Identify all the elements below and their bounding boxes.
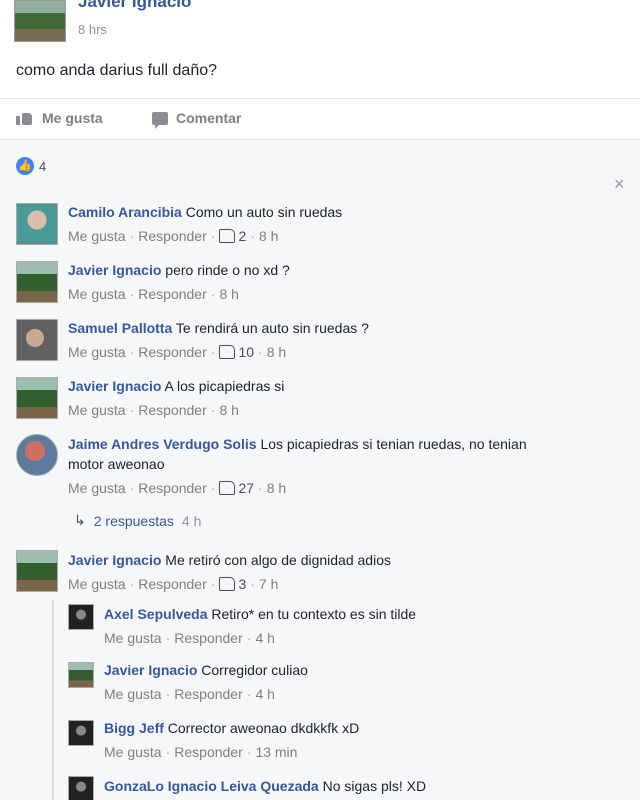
reply-thread-line [52,600,54,800]
reply-time[interactable]: 13 min [255,744,297,760]
like-reaction-icon: 👍 [16,157,34,175]
thumbs-up-icon [219,481,236,495]
post-text: como anda darius full daño? [16,62,218,79]
comment-button[interactable]: Comentar [152,110,640,129]
comment-reply-link[interactable]: Responder [138,344,207,360]
avatar[interactable] [16,319,58,361]
reply-reply-link[interactable]: Responder [174,686,243,702]
reply-time[interactable]: 4 h [255,686,274,702]
reply-text: No sigas pls! XD [322,778,427,794]
comment-author[interactable]: Jaime Andres Verdugo Solis [68,436,257,452]
close-icon[interactable]: × [614,174,625,195]
avatar[interactable] [16,434,58,476]
comment-text: Los picapiedras si tenian ruedas, no ten… [260,436,527,452]
comment-reply-link[interactable]: Responder [138,228,207,244]
comment-label: Comentar [176,110,242,126]
post-header: Javier Ignacio 8 hrs [0,0,640,50]
comment-author[interactable]: Javier Ignacio [68,262,161,278]
comment-like-count[interactable]: 27 [219,480,254,496]
comment-reply-link[interactable]: Responder [138,480,207,496]
comment-author[interactable]: Javier Ignacio [68,378,161,394]
comment-like-link[interactable]: Me gusta [68,576,126,592]
avatar[interactable] [16,203,58,245]
thumbs-up-icon [16,111,34,125]
post-author[interactable]: Javier Ignacio [78,0,191,12]
reply-author[interactable]: Axel Sepulveda [104,606,208,622]
reply-author[interactable]: Javier Ignacio [104,662,197,678]
avatar[interactable] [68,720,94,746]
comment-like-count[interactable]: 3 [219,576,246,592]
comment-author[interactable]: Camilo Arancibia [68,204,182,220]
like-label: Me gusta [42,110,103,126]
comment-time[interactable]: 8 h [219,402,238,418]
reply-reply-link[interactable]: Responder [174,630,243,646]
comment-time[interactable]: 8 h [267,480,286,496]
avatar[interactable] [16,550,58,592]
comment-time[interactable]: 8 h [259,228,278,244]
comment-reply-link[interactable]: Responder [138,576,207,592]
comment-like-count[interactable]: 10 [219,344,254,360]
avatar[interactable] [68,604,94,630]
replies-time: 4 h [181,512,202,529]
reply-author[interactable]: GonzaLo Ignacio Leiva Quezada [104,778,319,794]
reply-like-link[interactable]: Me gusta [104,744,162,760]
comment-time[interactable]: 7 h [259,576,278,592]
reply-text: Corregidor culiao [201,662,308,678]
reaction-count: 4 [39,158,47,174]
comment-like-link[interactable]: Me gusta [68,480,126,496]
reply-time[interactable]: 4 h [255,630,274,646]
comment-author[interactable]: Samuel Pallotta [68,320,172,336]
avatar[interactable] [68,662,94,688]
comment-text: Me retiró con algo de dignidad adios [165,552,391,568]
reply-like-link[interactable]: Me gusta [104,630,162,646]
thumbs-up-icon [219,345,236,359]
author-avatar[interactable] [14,0,66,42]
comment-time[interactable]: 8 h [219,286,238,302]
avatar[interactable] [16,377,58,419]
reply-arrow-icon: ↳ [74,512,86,528]
comment-author[interactable]: Javier Ignacio [68,552,161,568]
reply-like-link[interactable]: Me gusta [104,686,162,702]
replies-count[interactable]: 2 respuestas [94,513,174,529]
avatar[interactable] [16,261,58,303]
reply-text: Corrector aweonao dkdkkfk xD [167,720,360,736]
comment-text: Como un auto sin ruedas [185,204,343,220]
post-timestamp[interactable]: 8 hrs [78,22,107,37]
reply-text: Retiro* en tu contexto es sin tilde [211,606,417,622]
comment-text-line2: motor aweonao [68,456,165,472]
avatar[interactable] [68,776,94,800]
comment-like-link[interactable]: Me gusta [68,286,126,302]
reply-reply-link[interactable]: Responder [174,744,243,760]
like-button[interactable]: Me gusta [16,110,103,126]
comment-icon [152,111,168,129]
comment-reply-link[interactable]: Responder [138,402,207,418]
comment-time[interactable]: 8 h [267,344,286,360]
comment-text: pero rinde o no xd ? [165,262,290,278]
comment-text: Te rendirá un auto sin ruedas ? [175,320,369,336]
comment-like-link[interactable]: Me gusta [68,228,126,244]
comment-text: A los picapiedras si [164,378,285,394]
thumbs-up-icon [219,229,236,243]
post-action-bar: Me gusta Comentar [0,98,640,140]
reaction-summary[interactable]: 👍 4 [16,157,46,175]
thumbs-up-icon [219,577,236,591]
view-replies-link[interactable]: ↳ 2 respuestas 4 h [74,512,201,529]
comment-reply-link[interactable]: Responder [138,286,207,302]
comment-like-link[interactable]: Me gusta [68,344,126,360]
reply-author[interactable]: Bigg Jeff [104,720,164,736]
comment-like-count[interactable]: 2 [219,228,246,244]
comment-like-link[interactable]: Me gusta [68,402,126,418]
